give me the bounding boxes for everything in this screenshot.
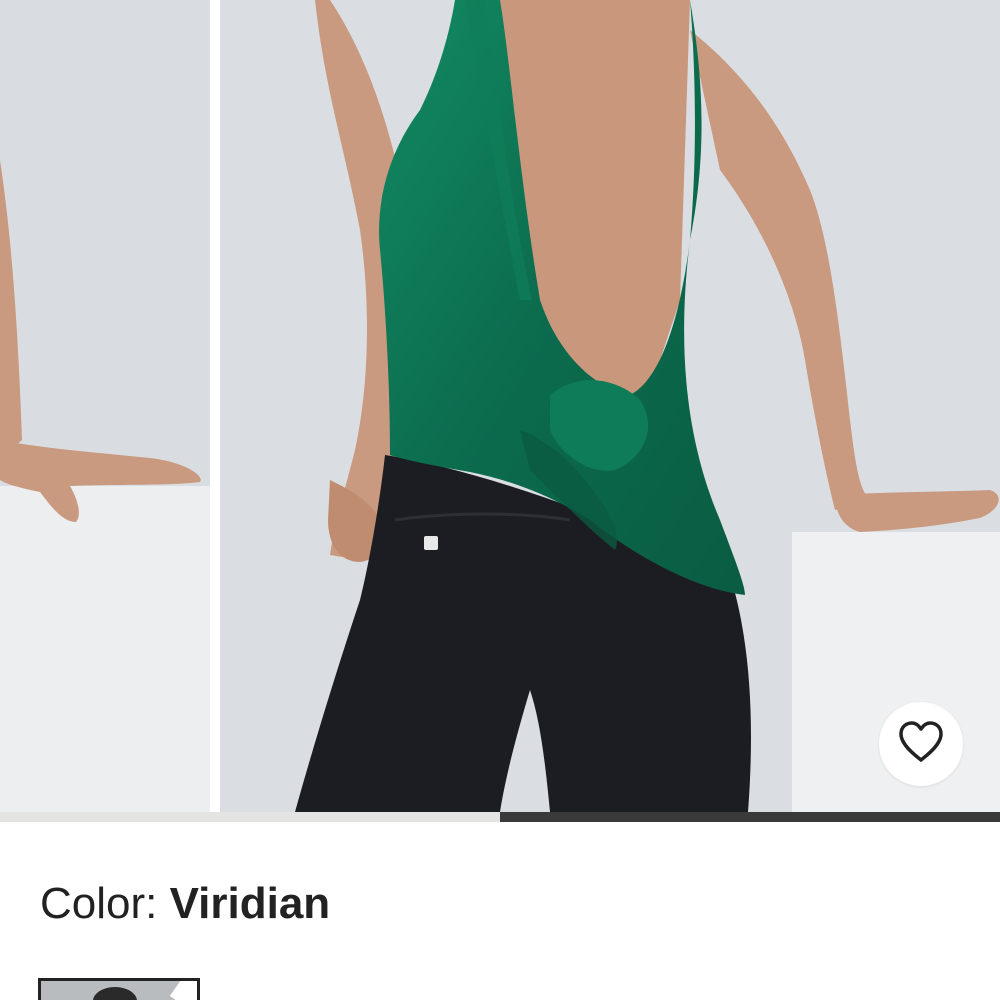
swatch-thumbnail-image xyxy=(93,987,137,1000)
favorite-button[interactable] xyxy=(879,702,963,786)
swatch-corner-mark xyxy=(169,981,197,1000)
carousel-progress-bar xyxy=(0,812,1000,822)
product-page: Color: Viridian xyxy=(0,0,1000,1000)
color-selection-label: Color: Viridian xyxy=(40,876,330,932)
selected-color-name: Viridian xyxy=(169,879,331,928)
current-product-photo xyxy=(220,0,1000,812)
carousel-progress-indicator xyxy=(500,812,1000,822)
previous-product-image[interactable] xyxy=(0,0,210,812)
current-product-image[interactable] xyxy=(220,0,1000,812)
previous-product-photo xyxy=(0,0,210,812)
color-swatch-viridian[interactable] xyxy=(38,978,200,1000)
heart-outline-icon xyxy=(897,720,945,769)
product-image-carousel[interactable] xyxy=(0,0,1000,812)
color-label-text: Color: xyxy=(40,879,170,928)
